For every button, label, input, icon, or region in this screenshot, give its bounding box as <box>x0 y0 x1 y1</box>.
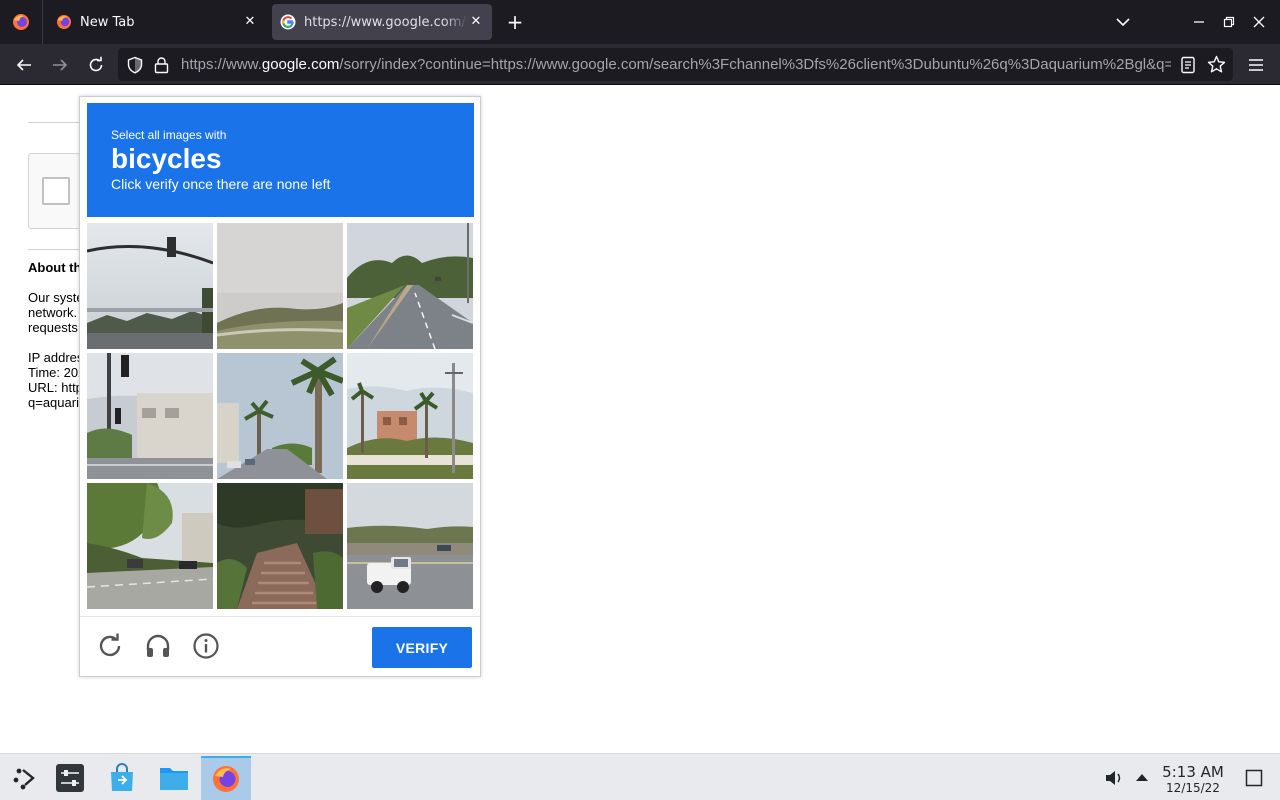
tracking-protection-shield-icon[interactable] <box>126 56 144 74</box>
clock-date[interactable]: 12/15/22 <box>1150 781 1236 795</box>
url-path: /sorry/index?continue=https://www.google… <box>339 56 1171 73</box>
image-tile-4[interactable] <box>87 353 213 479</box>
hamburger-menu-icon <box>1249 59 1263 71</box>
audio-challenge-headphones-icon[interactable] <box>144 632 172 660</box>
back-arrow-icon <box>16 59 31 71</box>
back-button[interactable] <box>11 52 37 78</box>
tab-title: https://www.google.com/sorry/index?conti… <box>304 14 468 30</box>
minimize-icon <box>1194 21 1204 23</box>
bookmark-star-icon[interactable] <box>1207 55 1226 74</box>
image-tile-6[interactable] <box>347 353 473 479</box>
url-scheme: https://www. <box>181 56 262 73</box>
new-tab-button[interactable]: + <box>503 10 527 34</box>
address-bar[interactable]: https://www.google.com/sorry/index?conti… <box>118 48 1233 81</box>
image-tile-2[interactable] <box>217 223 343 349</box>
restore-icon <box>1223 16 1235 28</box>
lock-icon[interactable] <box>153 56 170 74</box>
challenge-subinstruction: Click verify once there are none left <box>111 176 331 192</box>
store-bag-icon <box>111 763 133 791</box>
url-domain: google.com <box>261 56 340 73</box>
forward-button[interactable] <box>47 52 73 78</box>
image-tile-3[interactable] <box>347 223 473 349</box>
minimize-window-button[interactable] <box>1189 12 1209 32</box>
launcher-icon <box>13 768 35 790</box>
challenge-instruction: Select all images with <box>111 128 227 142</box>
taskbar-file-manager[interactable] <box>149 756 199 800</box>
settings-sliders-icon <box>56 764 84 792</box>
navigation-toolbar: https://www.google.com/sorry/index?conti… <box>0 44 1280 85</box>
close-icon <box>1253 16 1265 28</box>
reload-icon <box>89 56 103 72</box>
app-menu-button[interactable] <box>1243 52 1269 78</box>
taskbar-firefox[interactable] <box>201 756 251 800</box>
taskbar-discover[interactable] <box>97 756 147 800</box>
list-all-tabs-chevron-icon[interactable] <box>1112 12 1134 32</box>
system-taskbar: 5:13 AM 12/15/22 <box>0 753 1280 800</box>
image-tile-9[interactable] <box>347 483 473 609</box>
system-tray-expand-icon[interactable] <box>1134 771 1150 783</box>
close-tab-icon[interactable]: ✕ <box>468 14 484 30</box>
tab-title: New Tab <box>80 14 135 30</box>
challenge-footer: VERIFY <box>80 616 480 676</box>
firefox-icon <box>13 14 29 30</box>
show-desktop-icon[interactable] <box>1245 769 1263 787</box>
challenge-target: bicycles <box>111 143 222 174</box>
tab-new-tab[interactable]: New Tab ✕ <box>48 4 266 40</box>
info-icon[interactable] <box>192 632 220 660</box>
image-tile-5[interactable] <box>217 353 343 479</box>
tab-strip: New Tab ✕ https://www.google.com/sorry/i… <box>0 0 1280 44</box>
tab-google-sorry[interactable]: https://www.google.com/sorry/index?conti… <box>272 4 492 40</box>
image-tile-1[interactable] <box>87 223 213 349</box>
recaptcha-checkbox[interactable] <box>42 177 70 205</box>
close-window-button[interactable] <box>1249 12 1269 32</box>
firefox-icon <box>213 766 239 792</box>
volume-icon[interactable] <box>1104 769 1124 787</box>
firefox-view-button[interactable] <box>0 0 43 44</box>
clock-time[interactable]: 5:13 AM <box>1150 763 1236 781</box>
close-tab-icon[interactable]: ✕ <box>242 14 258 30</box>
firefox-favicon-icon <box>57 15 71 29</box>
folder-icon <box>160 768 188 790</box>
image-tile-7[interactable] <box>87 483 213 609</box>
challenge-header: Select all images with bicycles Click ve… <box>87 103 474 217</box>
google-favicon-icon <box>280 14 296 30</box>
reader-view-icon[interactable] <box>1180 56 1196 74</box>
verify-button[interactable]: VERIFY <box>372 627 472 668</box>
restore-window-button[interactable] <box>1219 12 1239 32</box>
url-text[interactable]: https://www.google.com/sorry/index?conti… <box>181 56 1171 73</box>
application-launcher[interactable] <box>0 756 50 800</box>
reload-button[interactable] <box>83 52 109 78</box>
recaptcha-challenge-dialog: Select all images with bicycles Click ve… <box>79 96 481 677</box>
image-tile-8[interactable] <box>217 483 343 609</box>
image-grid <box>87 223 474 610</box>
reload-challenge-icon[interactable] <box>96 632 124 660</box>
taskbar-system-settings[interactable] <box>45 756 95 800</box>
forward-arrow-icon <box>53 59 68 71</box>
